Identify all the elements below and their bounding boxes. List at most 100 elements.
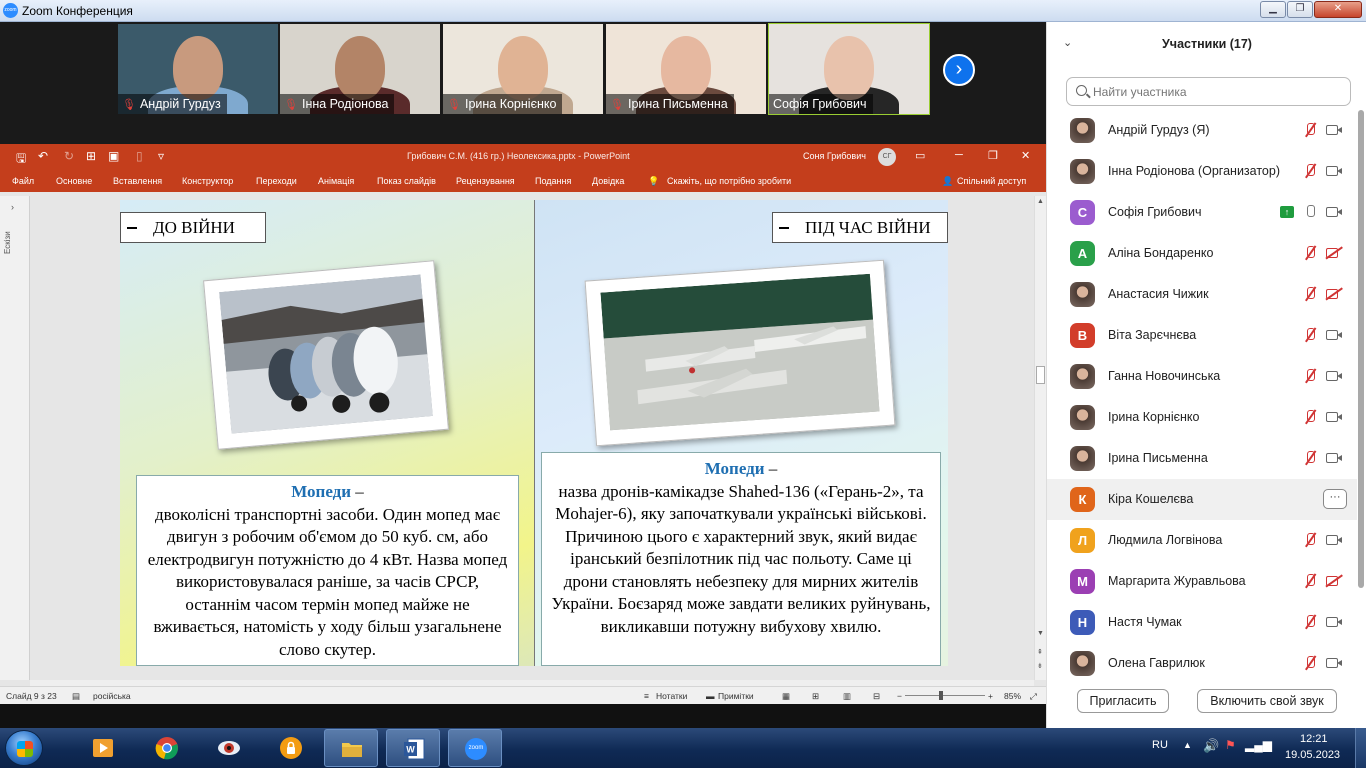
ppt-restore-button[interactable]: ❐: [988, 149, 998, 162]
participants-scrollbar[interactable]: [1357, 110, 1365, 588]
camera-icon[interactable]: [1326, 166, 1342, 176]
participant-row[interactable]: К Кіра Кошелєва ···: [1047, 479, 1357, 520]
zoom-slider[interactable]: [905, 691, 985, 700]
tell-me-search[interactable]: Скажіть, що потрібно зробити: [667, 176, 791, 186]
taskbar-zoom[interactable]: zoom: [448, 729, 502, 767]
more-options-button[interactable]: ···: [1323, 489, 1347, 509]
mic-muted-icon[interactable]: [1302, 532, 1318, 548]
ribbon-display-icon[interactable]: ▭: [915, 149, 925, 162]
ppt-minimize-button[interactable]: ─: [955, 149, 963, 161]
participant-row[interactable]: Ірина Корнієнко: [1047, 397, 1357, 438]
camera-off-icon[interactable]: [1326, 248, 1338, 258]
ribbon-tab[interactable]: Показ слайдів: [377, 176, 436, 186]
camera-icon[interactable]: [1326, 535, 1342, 545]
redo-icon[interactable]: ↻: [64, 149, 74, 163]
camera-icon[interactable]: [1326, 412, 1342, 422]
camera-icon[interactable]: [1326, 453, 1342, 463]
show-desktop-button[interactable]: [1355, 728, 1366, 768]
ribbon-tab[interactable]: Подання: [535, 176, 571, 186]
ribbon-tab[interactable]: Основне: [56, 176, 92, 186]
notes-button[interactable]: Нотатки: [656, 691, 687, 701]
camera-icon[interactable]: [1326, 207, 1342, 217]
participant-search[interactable]: [1066, 77, 1351, 106]
taskbar-chrome[interactable]: [140, 729, 194, 767]
mic-muted-icon[interactable]: [1302, 245, 1318, 261]
mic-icon[interactable]: [1302, 204, 1318, 220]
slide-sorter-icon[interactable]: ⊞: [812, 691, 819, 702]
expand-chevron-icon[interactable]: ›: [11, 202, 14, 212]
camera-off-icon[interactable]: [1326, 576, 1338, 586]
video-tile[interactable]: 🎙 Ірина Письменна: [606, 24, 766, 114]
invite-button[interactable]: Пригласить: [1077, 689, 1169, 713]
taskbar-file-explorer[interactable]: [324, 729, 378, 767]
ppt-close-button[interactable]: ✕: [1021, 149, 1030, 162]
ribbon-tab[interactable]: Рецензування: [456, 176, 515, 186]
ribbon-tab[interactable]: Файл: [12, 176, 34, 186]
minimize-button[interactable]: ▁: [1260, 1, 1286, 18]
participant-row[interactable]: Л Людмила Логвінова: [1047, 520, 1357, 561]
participant-row[interactable]: Н Настя Чумак: [1047, 602, 1357, 643]
save-icon[interactable]: 🖫: [16, 149, 26, 170]
volume-icon[interactable]: 🔊: [1203, 738, 1219, 754]
participant-row[interactable]: Олена Гаврилюк: [1047, 643, 1357, 676]
share-button[interactable]: Спільний доступ: [957, 176, 1026, 186]
ppt-user-avatar[interactable]: СГ: [878, 148, 896, 166]
video-tile[interactable]: 🎙 Інна Родіонова: [280, 24, 440, 114]
next-videos-button[interactable]: ›: [943, 54, 975, 86]
mic-muted-icon[interactable]: [1302, 368, 1318, 384]
mic-muted-icon[interactable]: [1302, 655, 1318, 671]
slideshow-view-icon[interactable]: ⊟: [873, 691, 880, 702]
image-icon[interactable]: ▣: [108, 149, 119, 163]
clock-date[interactable]: 19.05.2023: [1285, 749, 1340, 761]
taskbar-eye-app[interactable]: [202, 729, 256, 767]
mic-muted-icon[interactable]: [1302, 450, 1318, 466]
camera-off-icon[interactable]: [1326, 289, 1338, 299]
zoom-level[interactable]: 85%: [1004, 691, 1021, 701]
ribbon-tab[interactable]: Переходи: [256, 176, 297, 186]
camera-icon[interactable]: [1326, 658, 1342, 668]
ppt-vertical-scrollbar[interactable]: ▲ ▼ ⇞ ⇟: [1034, 196, 1046, 680]
prev-slide-icon[interactable]: ⇞: [1037, 648, 1043, 656]
maximize-button[interactable]: ❐: [1287, 1, 1313, 18]
unmute-myself-button[interactable]: Включить свой звук: [1197, 689, 1337, 713]
touch-icon[interactable]: ▯: [136, 149, 143, 163]
ribbon-tab[interactable]: Довідка: [592, 176, 624, 186]
network-warning-icon[interactable]: ⚑: [1225, 738, 1236, 752]
comments-button[interactable]: Примітки: [718, 691, 754, 701]
mic-muted-icon[interactable]: [1302, 122, 1318, 138]
mic-muted-icon[interactable]: [1302, 327, 1318, 343]
taskbar-vpn-app[interactable]: [264, 729, 318, 767]
start-button[interactable]: [5, 730, 43, 766]
mic-muted-icon[interactable]: [1302, 163, 1318, 179]
signal-icon[interactable]: ▂▄▆: [1245, 738, 1272, 752]
zoom-out-icon[interactable]: −: [897, 691, 902, 701]
zoom-in-icon[interactable]: +: [988, 691, 993, 701]
participant-row[interactable]: Андрій Гурдуз (Я): [1047, 110, 1357, 151]
keyboard-language[interactable]: RU: [1152, 739, 1168, 751]
camera-icon[interactable]: [1326, 617, 1342, 627]
participant-row[interactable]: Ганна Новочинська: [1047, 356, 1357, 397]
ribbon-tab[interactable]: Вставлення: [113, 176, 162, 186]
camera-icon[interactable]: [1326, 371, 1342, 381]
close-button[interactable]: ✕: [1314, 1, 1362, 18]
clock-time[interactable]: 12:21: [1300, 733, 1328, 745]
mic-muted-icon[interactable]: [1302, 573, 1318, 589]
ribbon-tab[interactable]: Конструктор: [182, 176, 233, 186]
participant-row[interactable]: С Софія Грибович ↑: [1047, 192, 1357, 233]
next-slide-icon[interactable]: ⇟: [1037, 662, 1043, 670]
mic-muted-icon[interactable]: [1302, 409, 1318, 425]
undo-icon[interactable]: ↶: [38, 149, 48, 163]
spellcheck-icon[interactable]: ▤: [72, 691, 80, 702]
participant-row[interactable]: М Маргарита Журавльова: [1047, 561, 1357, 602]
participant-row[interactable]: Анастасия Чижик: [1047, 274, 1357, 315]
taskbar-media-player[interactable]: [76, 729, 130, 767]
mic-muted-icon[interactable]: [1302, 614, 1318, 630]
search-input[interactable]: [1093, 84, 1343, 100]
camera-icon[interactable]: [1326, 330, 1342, 340]
video-tile[interactable]: 🎙 Ірина Корнієнко: [443, 24, 603, 114]
video-tile[interactable]: 🎙 Андрій Гурдуз: [118, 24, 278, 114]
fit-slide-icon[interactable]: ⤢: [1030, 691, 1037, 702]
taskbar-word[interactable]: W: [386, 729, 440, 767]
language-indicator[interactable]: російська: [93, 691, 131, 701]
mic-muted-icon[interactable]: [1302, 286, 1318, 302]
